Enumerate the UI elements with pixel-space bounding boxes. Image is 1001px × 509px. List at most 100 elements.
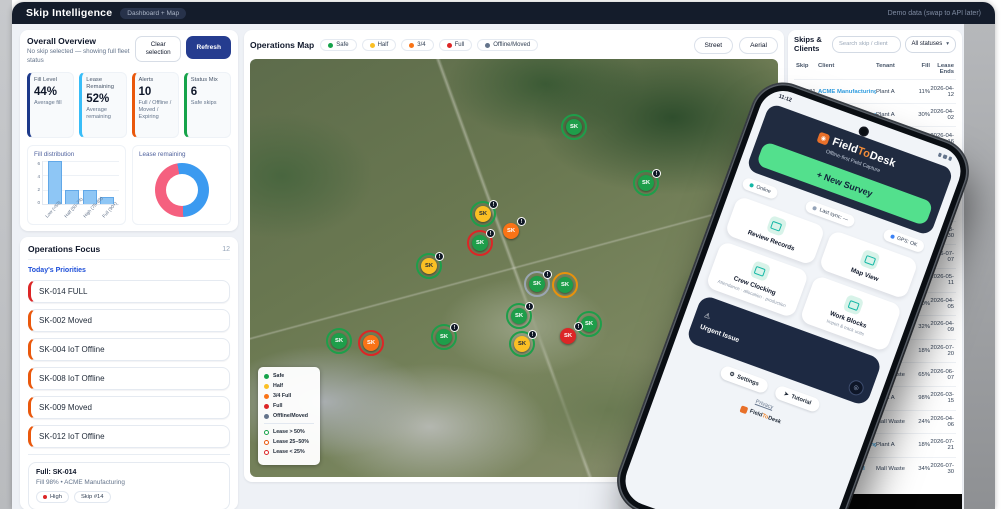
severity-dot (43, 495, 47, 499)
lease-ring-icon (264, 450, 269, 455)
operations-focus-panel: Operations Focus 12 Today's Priorities S… (20, 237, 238, 509)
street-view-button[interactable]: Street (694, 37, 734, 54)
overview-subtitle: No skip selected — showing full fleet st… (27, 48, 135, 65)
lease-cell: 2026-04-09 (930, 321, 954, 333)
alert-badge-icon: ! (525, 302, 534, 311)
warning-icon: ⚠ (703, 312, 711, 321)
priority-item[interactable]: SK-004 IoT Offline (28, 338, 230, 361)
legend-item: Lease > 50% (264, 429, 314, 435)
priority-item[interactable]: SK-008 IoT Offline (28, 367, 230, 390)
skip-marker-body[interactable]: SK (331, 333, 347, 349)
detail-subtitle: Fill 98% • ACME Manufacturing (36, 479, 222, 486)
skip-marker-body[interactable]: SK (475, 206, 491, 222)
chevron-down-icon: ▾ (946, 41, 949, 47)
fill-cell: 24% (912, 419, 930, 425)
legend-lease-items: Lease > 50%Lease 25–50%Lease < 25% (264, 429, 314, 455)
status-dot-icon (447, 43, 452, 48)
priority-item[interactable]: SK-002 Moved (28, 309, 230, 332)
stat-card: Lease Remaining52%Average remaining (79, 72, 126, 138)
map-marker[interactable]: SK! (511, 308, 527, 324)
skip-marker-body[interactable]: SK (560, 328, 576, 344)
action-card-icon (843, 294, 865, 316)
status-filter-select[interactable]: All statuses ▾ (905, 36, 956, 53)
column-header: Skip (796, 63, 818, 75)
map-marker[interactable]: SK! (529, 276, 545, 292)
divider (264, 423, 314, 424)
map-marker[interactable]: SK! (514, 336, 530, 352)
lease-cell: 2026-04-06 (930, 416, 954, 428)
map-marker[interactable]: SK (557, 277, 573, 293)
tenant-cell: Plant A (876, 89, 912, 95)
skip-marker-body[interactable]: SK (472, 235, 488, 251)
tenant-cell: Plant A (876, 442, 912, 448)
skip-marker-body[interactable]: SK (363, 335, 379, 351)
map-marker[interactable]: SK (581, 316, 597, 332)
demo-data-note: Demo data (swap to API later) (888, 10, 981, 17)
skip-marker-body[interactable]: SK (581, 316, 597, 332)
skip-marker-body[interactable]: SK (566, 119, 582, 135)
priority-detail-card: Full: SK-014 Fill 98% • ACME Manufacturi… (28, 462, 230, 509)
map-status-pill: 3/4 (401, 39, 433, 51)
legend-item: 3/4 Full (264, 393, 314, 399)
table-header-row: SkipClientTenantFillLease Ends (794, 60, 956, 79)
map-marker[interactable]: SK! (472, 235, 488, 251)
skip-marker-body[interactable]: SK (436, 329, 452, 345)
fill-cell: 98% (912, 395, 930, 401)
page: Skip Intelligence Dashboard + Map Demo d… (0, 0, 1001, 509)
map-status-pill: Half (362, 39, 397, 51)
skips-clients-title: Skips & Clients (794, 35, 828, 53)
skip-marker-body[interactable]: SK (503, 223, 519, 239)
donut-chart-title: Lease remaining (139, 151, 224, 158)
map-marker[interactable]: SK! (436, 329, 452, 345)
top-navbar: Skip Intelligence Dashboard + Map Demo d… (12, 2, 995, 24)
map-title: Operations Map (250, 40, 314, 50)
column-header: Client (818, 63, 876, 75)
map-marker[interactable]: SK! (638, 175, 654, 191)
lease-remaining-chart: Lease remaining (132, 145, 231, 225)
refresh-button[interactable]: Refresh (186, 36, 231, 59)
action-card-icon (749, 260, 771, 282)
priority-item[interactable]: SK-014 FULL (28, 280, 230, 303)
map-marker[interactable]: SK (363, 335, 379, 351)
lease-cell: 2026-07-21 (930, 439, 954, 451)
client-link[interactable]: ACME Manufacturing (818, 89, 876, 95)
bar (48, 161, 62, 204)
priority-item[interactable]: SK-009 Moved (28, 396, 230, 419)
skip-marker-body[interactable]: SK (421, 258, 437, 274)
map-marker[interactable]: SK (331, 333, 347, 349)
phone-status-chip[interactable]: Online (741, 177, 779, 201)
search-input[interactable] (832, 36, 901, 53)
fieldtodesk-footer-icon (739, 405, 748, 414)
chip-dot-icon (749, 183, 754, 188)
overview-panel: Overall Overview No skip selected — show… (20, 30, 238, 231)
map-marker[interactable]: SK! (560, 328, 576, 344)
gear-icon: ⚙ (728, 371, 735, 378)
skip-marker-body[interactable]: SK (511, 308, 527, 324)
status-dot-icon (370, 43, 375, 48)
map-status-pill: Safe (320, 39, 356, 51)
status-dot-icon (328, 43, 333, 48)
aerial-view-button[interactable]: Aerial (739, 37, 778, 54)
lease-cell: 2026-04-12 (930, 86, 954, 98)
priority-item[interactable]: SK-012 IoT Offline (28, 425, 230, 448)
lease-cell: 2026-03-15 (930, 392, 954, 404)
map-marker[interactable]: SK! (503, 223, 519, 239)
alert-badge-icon: ! (450, 323, 459, 332)
legend-item: Safe (264, 373, 314, 379)
skip-marker-body[interactable]: SK (514, 336, 530, 352)
clear-selection-button[interactable]: Clear selection (135, 36, 181, 62)
legend-item: Half (264, 383, 314, 389)
fill-distribution-chart: Fill distribution 0246 Low (<50)Half (50… (27, 145, 126, 225)
map-marker[interactable]: SK (566, 119, 582, 135)
legend-status-items: SafeHalf3/4 FullFullOffline/Moved (264, 373, 314, 419)
skip-marker-body[interactable]: SK (638, 175, 654, 191)
map-marker[interactable]: SK! (421, 258, 437, 274)
alert-badge-icon: ! (652, 169, 661, 178)
tenant-cell: Mall Waste (876, 419, 912, 425)
map-marker[interactable]: SK! (475, 206, 491, 222)
map-status-pill: Full (439, 39, 473, 51)
skip-marker-body[interactable]: SK (529, 276, 545, 292)
skip-marker-body[interactable]: SK (557, 277, 573, 293)
legend-item: Offline/Moved (264, 413, 314, 419)
detail-badge: High (36, 491, 69, 503)
